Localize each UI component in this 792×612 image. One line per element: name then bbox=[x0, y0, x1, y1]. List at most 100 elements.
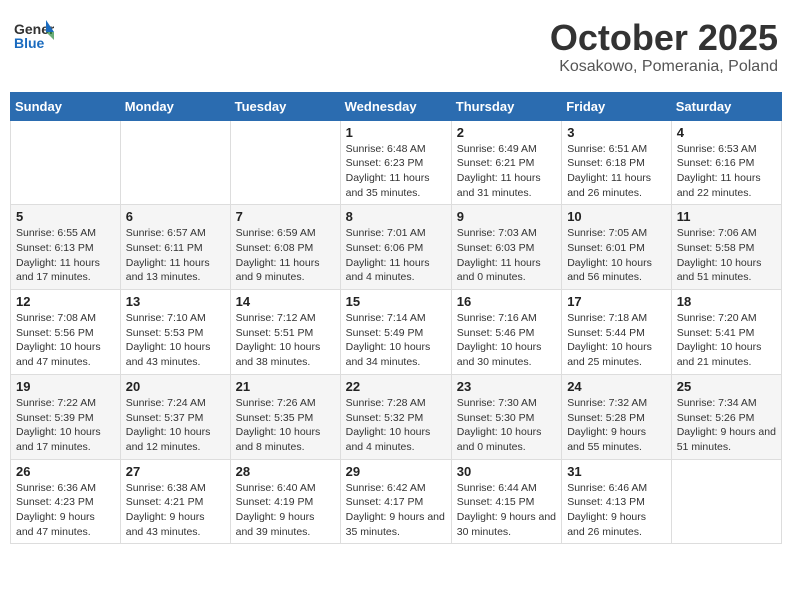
day-detail: Sunrise: 6:57 AMSunset: 6:11 PMDaylight:… bbox=[126, 226, 225, 285]
svg-text:Blue: Blue bbox=[14, 35, 45, 51]
day-detail: Sunrise: 6:51 AMSunset: 6:18 PMDaylight:… bbox=[567, 142, 666, 201]
calendar-day-cell: 1 Sunrise: 6:48 AMSunset: 6:23 PMDaylight… bbox=[340, 120, 451, 205]
day-detail: Sunrise: 7:22 AMSunset: 5:39 PMDaylight:… bbox=[16, 396, 115, 455]
calendar-day-cell: 27Sunrise: 6:38 AMSunset: 4:21 PMDayligh… bbox=[120, 459, 230, 544]
calendar-day-cell: 10Sunrise: 7:05 AMSunset: 6:01 PMDayligh… bbox=[562, 205, 672, 290]
day-detail: Sunrise: 6:36 AMSunset: 4:23 PMDaylight:… bbox=[16, 481, 115, 540]
day-number: 17 bbox=[567, 294, 666, 309]
calendar-week-row: 12 Sunrise: 7:08 AMSunset: 5:56 PMDayligh… bbox=[11, 290, 782, 375]
day-number: 28 bbox=[236, 464, 335, 479]
calendar-day-cell: 13 Sunrise: 7:10 AMSunset: 5:53 PMDayligh… bbox=[120, 290, 230, 375]
calendar-day-cell: 3 Sunrise: 6:51 AMSunset: 6:18 PMDaylight… bbox=[562, 120, 672, 205]
day-number: 21 bbox=[236, 379, 335, 394]
calendar-day-cell: 11Sunrise: 7:06 AMSunset: 5:58 PMDayligh… bbox=[671, 205, 781, 290]
weekday-header-saturday: Saturday bbox=[671, 92, 781, 120]
weekday-header-tuesday: Tuesday bbox=[230, 92, 340, 120]
calendar-empty-cell bbox=[11, 120, 121, 205]
day-detail: Sunrise: 6:46 AMSunset: 4:13 PMDaylight:… bbox=[567, 481, 666, 540]
day-number: 24 bbox=[567, 379, 666, 394]
calendar-day-cell: 24 Sunrise: 7:32 AMSunset: 5:28 PMDayligh… bbox=[562, 374, 672, 459]
calendar-day-cell: 4 Sunrise: 6:53 AMSunset: 6:16 PMDaylight… bbox=[671, 120, 781, 205]
day-detail: Sunrise: 7:26 AMSunset: 5:35 PMDaylight:… bbox=[236, 396, 335, 455]
logo-mark: General Blue bbox=[14, 18, 54, 61]
day-number: 12 bbox=[16, 294, 115, 309]
day-number: 26 bbox=[16, 464, 115, 479]
day-number: 8 bbox=[346, 209, 446, 224]
day-detail: Sunrise: 7:12 AMSunset: 5:51 PMDaylight:… bbox=[236, 311, 335, 370]
calendar-day-cell: 30Sunrise: 6:44 AMSunset: 4:15 PMDayligh… bbox=[451, 459, 561, 544]
day-detail: Sunrise: 7:03 AMSunset: 6:03 PMDaylight:… bbox=[457, 226, 556, 285]
day-number: 16 bbox=[457, 294, 556, 309]
day-number: 1 bbox=[346, 125, 446, 140]
calendar-day-cell: 9 Sunrise: 7:03 AMSunset: 6:03 PMDaylight… bbox=[451, 205, 561, 290]
day-number: 3 bbox=[567, 125, 666, 140]
day-number: 20 bbox=[126, 379, 225, 394]
calendar-day-cell: 7 Sunrise: 6:59 AMSunset: 6:08 PMDaylight… bbox=[230, 205, 340, 290]
weekday-header-row: SundayMondayTuesdayWednesdayThursdayFrid… bbox=[11, 92, 782, 120]
day-detail: Sunrise: 7:08 AMSunset: 5:56 PMDaylight:… bbox=[16, 311, 115, 370]
calendar-day-cell: 28Sunrise: 6:40 AMSunset: 4:19 PMDayligh… bbox=[230, 459, 340, 544]
day-detail: Sunrise: 7:18 AMSunset: 5:44 PMDaylight:… bbox=[567, 311, 666, 370]
calendar-day-cell: 23Sunrise: 7:30 AMSunset: 5:30 PMDayligh… bbox=[451, 374, 561, 459]
calendar-day-cell: 8 Sunrise: 7:01 AMSunset: 6:06 PMDaylight… bbox=[340, 205, 451, 290]
calendar-day-cell: 25 Sunrise: 7:34 AMSunset: 5:26 PMDayligh… bbox=[671, 374, 781, 459]
title-area: October 2025 Kosakowo, Pomerania, Poland bbox=[550, 18, 778, 76]
day-detail: Sunrise: 6:49 AMSunset: 6:21 PMDaylight:… bbox=[457, 142, 556, 201]
day-detail: Sunrise: 7:24 AMSunset: 5:37 PMDaylight:… bbox=[126, 396, 225, 455]
calendar-empty-cell bbox=[230, 120, 340, 205]
calendar-week-row: 26 Sunrise: 6:36 AMSunset: 4:23 PMDayligh… bbox=[11, 459, 782, 544]
day-number: 2 bbox=[457, 125, 556, 140]
day-number: 10 bbox=[567, 209, 666, 224]
calendar-day-cell: 19 Sunrise: 7:22 AMSunset: 5:39 PMDayligh… bbox=[11, 374, 121, 459]
day-detail: Sunrise: 6:42 AMSunset: 4:17 PMDaylight:… bbox=[346, 481, 446, 540]
day-detail: Sunrise: 7:30 AMSunset: 5:30 PMDaylight:… bbox=[457, 396, 556, 455]
day-number: 11 bbox=[677, 209, 776, 224]
calendar-day-cell: 22 Sunrise: 7:28 AMSunset: 5:32 PMDayligh… bbox=[340, 374, 451, 459]
day-number: 4 bbox=[677, 125, 776, 140]
day-number: 25 bbox=[677, 379, 776, 394]
day-detail: Sunrise: 6:38 AMSunset: 4:21 PMDaylight:… bbox=[126, 481, 225, 540]
weekday-header-thursday: Thursday bbox=[451, 92, 561, 120]
day-detail: Sunrise: 6:53 AMSunset: 6:16 PMDaylight:… bbox=[677, 142, 776, 201]
day-number: 19 bbox=[16, 379, 115, 394]
calendar-week-row: 1 Sunrise: 6:48 AMSunset: 6:23 PMDaylight… bbox=[11, 120, 782, 205]
weekday-header-friday: Friday bbox=[562, 92, 672, 120]
day-number: 14 bbox=[236, 294, 335, 309]
day-detail: Sunrise: 7:14 AMSunset: 5:49 PMDaylight:… bbox=[346, 311, 446, 370]
calendar-day-cell: 6 Sunrise: 6:57 AMSunset: 6:11 PMDaylight… bbox=[120, 205, 230, 290]
calendar-day-cell: 31Sunrise: 6:46 AMSunset: 4:13 PMDayligh… bbox=[562, 459, 672, 544]
day-number: 29 bbox=[346, 464, 446, 479]
day-detail: Sunrise: 6:55 AMSunset: 6:13 PMDaylight:… bbox=[16, 226, 115, 285]
calendar-week-row: 19 Sunrise: 7:22 AMSunset: 5:39 PMDayligh… bbox=[11, 374, 782, 459]
day-number: 22 bbox=[346, 379, 446, 394]
day-number: 9 bbox=[457, 209, 556, 224]
day-detail: Sunrise: 7:32 AMSunset: 5:28 PMDaylight:… bbox=[567, 396, 666, 455]
calendar-day-cell: 26 Sunrise: 6:36 AMSunset: 4:23 PMDayligh… bbox=[11, 459, 121, 544]
calendar-day-cell: 29 Sunrise: 6:42 AMSunset: 4:17 PMDayligh… bbox=[340, 459, 451, 544]
day-detail: Sunrise: 6:48 AMSunset: 6:23 PMDaylight:… bbox=[346, 142, 446, 201]
calendar-day-cell: 16 Sunrise: 7:16 AMSunset: 5:46 PMDayligh… bbox=[451, 290, 561, 375]
calendar-table: SundayMondayTuesdayWednesdayThursdayFrid… bbox=[10, 92, 782, 545]
day-detail: Sunrise: 7:34 AMSunset: 5:26 PMDaylight:… bbox=[677, 396, 776, 455]
page-header: General Blue October 2025 Kosakowo, Pome… bbox=[10, 10, 782, 84]
calendar-day-cell: 5Sunrise: 6:55 AMSunset: 6:13 PMDaylight… bbox=[11, 205, 121, 290]
location-title: Kosakowo, Pomerania, Poland bbox=[550, 58, 778, 76]
weekday-header-wednesday: Wednesday bbox=[340, 92, 451, 120]
weekday-header-sunday: Sunday bbox=[11, 92, 121, 120]
day-number: 7 bbox=[236, 209, 335, 224]
day-number: 13 bbox=[126, 294, 225, 309]
calendar-week-row: 5Sunrise: 6:55 AMSunset: 6:13 PMDaylight… bbox=[11, 205, 782, 290]
day-detail: Sunrise: 7:20 AMSunset: 5:41 PMDaylight:… bbox=[677, 311, 776, 370]
day-detail: Sunrise: 7:10 AMSunset: 5:53 PMDaylight:… bbox=[126, 311, 225, 370]
day-detail: Sunrise: 7:28 AMSunset: 5:32 PMDaylight:… bbox=[346, 396, 446, 455]
day-number: 6 bbox=[126, 209, 225, 224]
calendar-day-cell: 2 Sunrise: 6:49 AMSunset: 6:21 PMDaylight… bbox=[451, 120, 561, 205]
day-detail: Sunrise: 6:59 AMSunset: 6:08 PMDaylight:… bbox=[236, 226, 335, 285]
day-detail: Sunrise: 7:01 AMSunset: 6:06 PMDaylight:… bbox=[346, 226, 446, 285]
month-title: October 2025 bbox=[550, 18, 778, 58]
calendar-day-cell: 15Sunrise: 7:14 AMSunset: 5:49 PMDayligh… bbox=[340, 290, 451, 375]
day-detail: Sunrise: 7:16 AMSunset: 5:46 PMDaylight:… bbox=[457, 311, 556, 370]
calendar-day-cell: 20 Sunrise: 7:24 AMSunset: 5:37 PMDayligh… bbox=[120, 374, 230, 459]
calendar-day-cell: 12 Sunrise: 7:08 AMSunset: 5:56 PMDayligh… bbox=[11, 290, 121, 375]
weekday-header-monday: Monday bbox=[120, 92, 230, 120]
